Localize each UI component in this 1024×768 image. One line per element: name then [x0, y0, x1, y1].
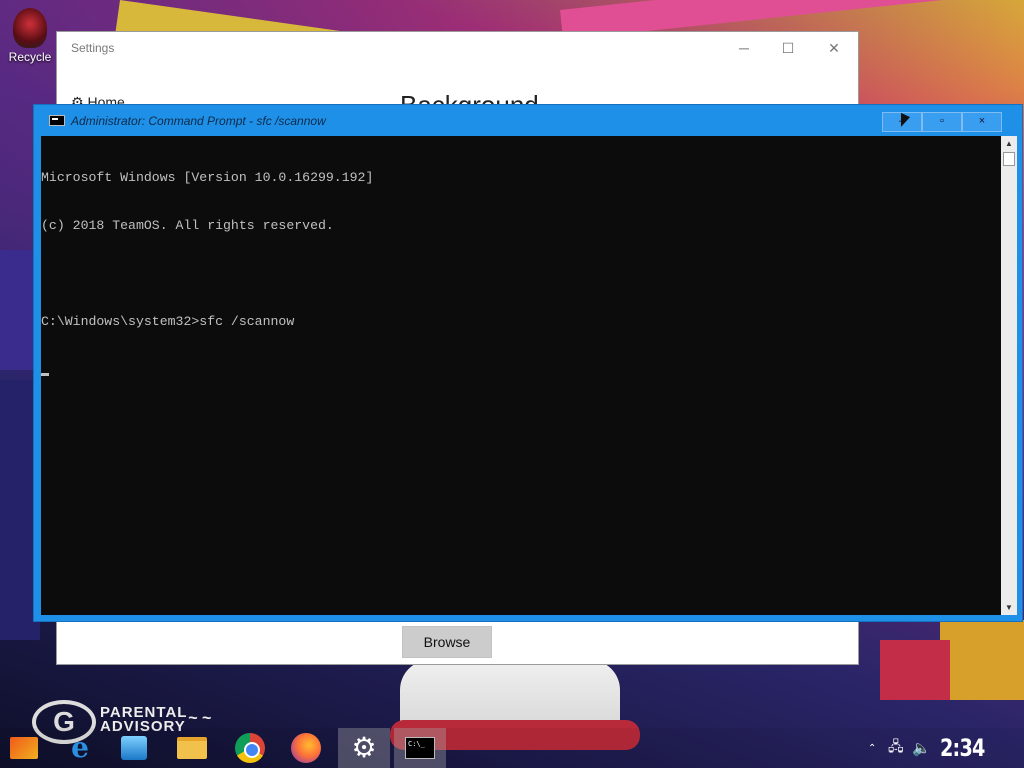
taskbar-settings[interactable]: ⚙ — [338, 728, 390, 768]
cmd-close-button[interactable]: × — [962, 112, 1002, 132]
start-icon — [10, 737, 38, 759]
console-line: Microsoft Windows [Version 10.0.16299.19… — [41, 170, 374, 185]
console-line: (c) 2018 TeamOS. All rights reserved. — [41, 218, 334, 233]
folder-icon — [177, 737, 207, 759]
recycle-bin-icon — [13, 8, 47, 48]
browse-button[interactable]: Browse — [402, 626, 492, 658]
taskbar-file-explorer[interactable] — [168, 728, 216, 768]
desktop-icon-label: Recycle — [8, 50, 52, 64]
settings-close-button[interactable]: ✕ — [819, 38, 849, 58]
wallpaper-shape — [880, 640, 950, 700]
media-player-icon — [121, 736, 147, 760]
taskbar-media-player[interactable] — [110, 728, 158, 768]
taskbar-firefox[interactable] — [282, 728, 330, 768]
console-cursor-line — [41, 362, 1001, 378]
chrome-icon — [235, 733, 265, 763]
taskbar-command-prompt[interactable]: C:\_ — [394, 728, 446, 768]
taskbar-clock[interactable]: 2:34 AM — [940, 730, 1007, 766]
cmd-titlebar[interactable]: Administrator: Command Prompt - sfc /sca… — [34, 105, 1022, 136]
cmd-restore-button[interactable]: ▫ — [922, 112, 962, 132]
cmd-window-icon[interactable] — [49, 115, 65, 126]
wallpaper-shape — [940, 620, 1024, 700]
cmd-console-output[interactable]: Microsoft Windows [Version 10.0.16299.19… — [41, 136, 1001, 615]
scroll-up-arrow-icon[interactable]: ▲ — [1001, 136, 1017, 151]
taskbar-chrome[interactable] — [226, 728, 274, 768]
taskbar-start-button[interactable] — [0, 728, 48, 768]
settings-minimize-button[interactable]: ─ — [729, 38, 759, 58]
volume-icon[interactable]: 🔈 — [912, 728, 931, 768]
cmd-window-controls: – ▫ × — [882, 112, 1002, 132]
scrollbar-thumb[interactable] — [1003, 152, 1015, 166]
ie-icon: e — [71, 731, 89, 764]
text-cursor — [41, 373, 49, 376]
network-icon[interactable]: 🖧 — [888, 728, 904, 768]
console-line: C:\Windows\system32>sfc /scannow — [41, 314, 295, 329]
taskbar-internet-explorer[interactable]: e — [56, 728, 104, 768]
settings-maximize-button[interactable]: ☐ — [773, 38, 803, 58]
desktop-icon-recycle-bin[interactable]: Recycle — [4, 8, 56, 64]
command-prompt-window[interactable]: Administrator: Command Prompt - sfc /sca… — [33, 104, 1023, 622]
cmd-icon: C:\_ — [405, 737, 435, 759]
wallpaper-signature: ~ ~ — [188, 710, 212, 727]
cmd-vertical-scrollbar[interactable]: ▲ ▼ — [1001, 136, 1017, 615]
settings-window-title: Settings — [71, 41, 115, 55]
cmd-window-title: Administrator: Command Prompt - sfc /sca… — [71, 114, 326, 128]
firefox-icon — [291, 733, 321, 763]
scroll-down-arrow-icon[interactable]: ▼ — [1001, 600, 1017, 615]
tray-overflow-chevron-icon[interactable]: ⌃ — [868, 728, 876, 768]
gear-icon: ⚙ — [351, 732, 377, 763]
